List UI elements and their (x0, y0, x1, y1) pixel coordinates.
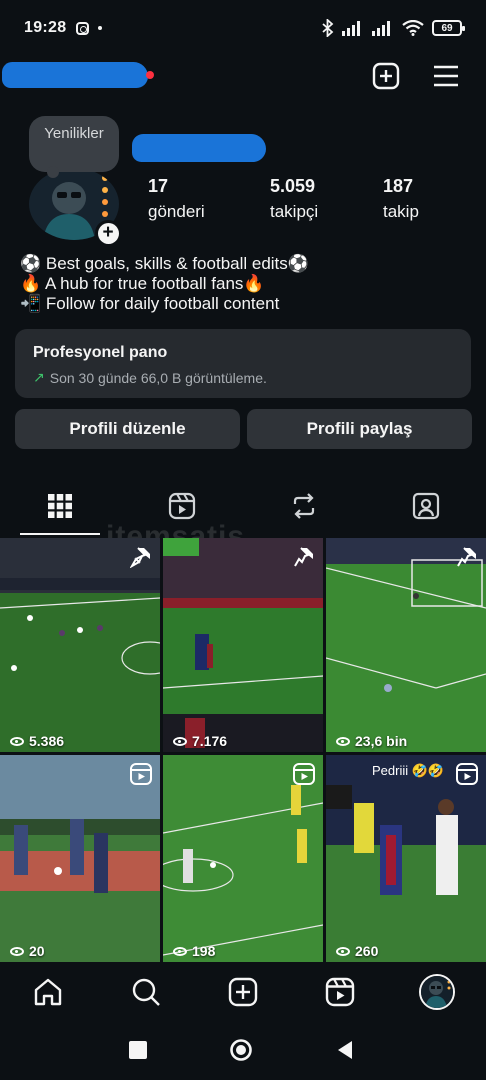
username-redacted[interactable] (2, 62, 148, 88)
followers-count: 5.059 (270, 176, 316, 196)
nav-home[interactable] (30, 974, 66, 1010)
menu-button[interactable] (430, 60, 462, 92)
reels-icon (325, 977, 355, 1007)
followers-label: takipçi (270, 202, 319, 221)
posts-grid: 5.386 7.176 23,6 bin 20 198 Pedriii 🤣🤣 2… (0, 538, 486, 962)
grid-post[interactable]: Pedriii 🤣🤣 260 (326, 755, 486, 962)
reels-icon (168, 492, 196, 520)
bio: ⚽ Best goals, skills & football edits⚽ 🔥… (20, 254, 309, 314)
share-profile-button[interactable]: Profili paylaş (247, 409, 472, 449)
post-thumbnail (326, 538, 486, 752)
grid-post[interactable]: 198 (163, 755, 323, 962)
battery-icon: 69 (432, 20, 465, 36)
active-tab-indicator (20, 533, 100, 535)
posts-stat[interactable]: 17 gönderi (148, 176, 205, 222)
views-icon (10, 946, 24, 956)
grid-post[interactable]: 5.386 (0, 538, 160, 752)
add-story-button[interactable]: + (95, 220, 121, 246)
edit-profile-button[interactable]: Profili düzenle (15, 409, 240, 449)
bluetooth-icon (322, 19, 334, 37)
post-thumbnail (326, 755, 486, 962)
tab-posts[interactable] (20, 478, 100, 534)
professional-dashboard[interactable]: Profesyonel pano ↗ Son 30 günde 66,0 B g… (15, 329, 471, 398)
wifi-icon (402, 20, 424, 36)
tab-reposts[interactable] (264, 478, 344, 534)
post-thumbnail (163, 538, 323, 752)
posts-count: 17 (148, 176, 169, 196)
home-circle-icon[interactable] (229, 1038, 253, 1062)
signal-2-icon (372, 21, 390, 36)
nav-create[interactable] (225, 974, 261, 1010)
create-icon (228, 977, 258, 1007)
trend-up-icon: ↗ (33, 369, 45, 385)
back-triangle-icon[interactable] (334, 1038, 358, 1062)
following-label: takip (383, 202, 419, 221)
posts-grid-icon (48, 494, 72, 518)
note-bubble[interactable]: Yenilikler (29, 116, 119, 178)
reel-icon (130, 763, 152, 785)
bio-line: 📲 Follow for daily football content (20, 294, 280, 313)
view-count: 23,6 bin (355, 733, 408, 749)
profile-avatar-small (419, 974, 455, 1010)
views-icon (336, 736, 350, 746)
dashboard-title: Profesyonel pano (33, 344, 168, 361)
tab-tagged[interactable] (386, 478, 466, 534)
grid-post[interactable]: 20 (0, 755, 160, 962)
tagged-person-icon (412, 492, 440, 520)
grid-post[interactable]: 7.176 (163, 538, 323, 752)
hamburger-menu-icon (434, 65, 458, 87)
bottom-navigation (0, 962, 486, 1022)
post-thumbnail (163, 755, 323, 962)
post-thumbnail (0, 538, 160, 752)
pin-icon (457, 547, 476, 567)
following-stat[interactable]: 187 takip (383, 176, 419, 222)
view-count: 198 (192, 943, 216, 959)
post-thumbnail (0, 755, 160, 962)
display-name-redacted (132, 134, 266, 162)
recents-square-icon[interactable] (126, 1038, 150, 1062)
notification-dot (146, 71, 154, 79)
pin-icon (130, 547, 150, 568)
home-icon (34, 978, 62, 1006)
pin-icon (294, 547, 313, 567)
views-icon (173, 946, 187, 956)
view-count: 5.386 (29, 733, 65, 749)
view-count: 7.176 (192, 733, 228, 749)
more-notifications-dot (98, 26, 103, 30)
dashboard-subtitle: Son 30 günde 66,0 B görüntüleme. (49, 369, 267, 386)
views-icon (173, 736, 187, 746)
grid-post[interactable]: 23,6 bin (326, 538, 486, 752)
repost-icon (293, 493, 315, 519)
nav-reels[interactable] (322, 974, 358, 1010)
bio-line: ⚽ Best goals, skills & football edits⚽ (20, 254, 309, 273)
bio-line: 🔥 A hub for true football fans🔥 (20, 274, 265, 293)
view-count: 260 (355, 943, 379, 959)
followers-stat[interactable]: 5.059 takipçi (270, 176, 318, 222)
views-icon (10, 736, 24, 746)
create-button[interactable] (370, 60, 402, 92)
profile-avatar[interactable]: + (29, 168, 121, 246)
views-icon (336, 946, 350, 956)
signal-icon (342, 21, 360, 36)
nav-profile[interactable] (419, 974, 455, 1010)
status-bar: 19:28 69 (0, 0, 486, 56)
plus-square-icon (372, 62, 400, 90)
posts-label: gönderi (148, 202, 205, 221)
status-time: 19:28 (24, 19, 67, 36)
search-icon (132, 978, 160, 1006)
video-caption: Pedriii 🤣🤣 (372, 763, 445, 778)
system-navigation (0, 1022, 486, 1080)
instagram-notification-icon (76, 21, 90, 35)
profile-header (0, 56, 486, 96)
plus-icon: + (97, 222, 119, 244)
reel-icon (293, 763, 315, 785)
reel-icon (456, 763, 478, 785)
following-count: 187 (383, 176, 414, 196)
view-count: 20 (29, 943, 45, 959)
nav-search[interactable] (128, 974, 164, 1010)
